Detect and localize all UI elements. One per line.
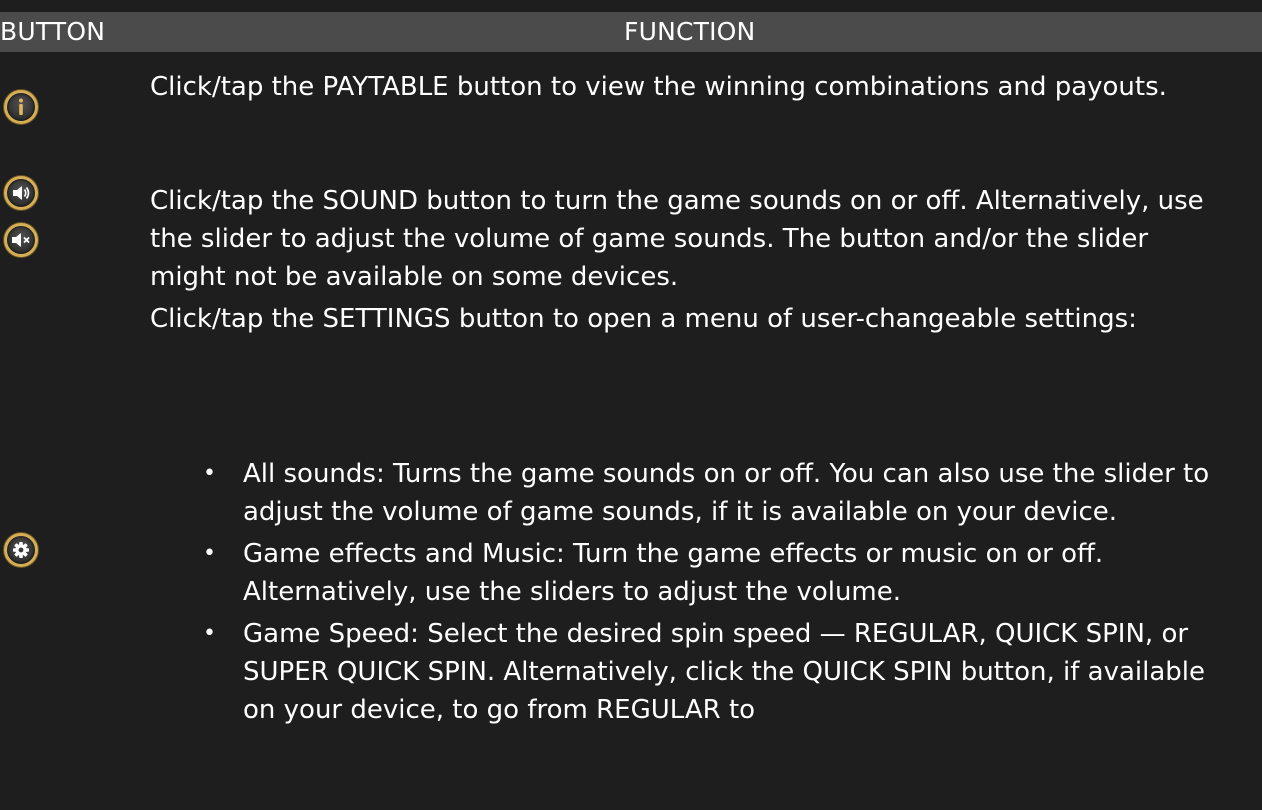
list-item-text: Game effects and Music: Turn the game ef… [243,539,1104,607]
list-item: • All sounds: Turns the game sounds on o… [203,455,1233,531]
gear-icon [4,533,38,567]
header-button-column: BUTTON [0,17,106,46]
speaker-icon [4,176,38,210]
speaker-mute-icon [4,223,38,257]
list-item: • Game effects and Music: Turn the game … [203,535,1233,611]
list-item-text: All sounds: Turns the game sounds on or … [243,459,1210,527]
table-header: BUTTON FUNCTION [0,12,1262,52]
bullet-glyph: • [203,541,216,566]
paytable-description: Click/tap the PAYTABLE button to view th… [150,72,1167,102]
bullet-glyph: • [203,621,216,646]
sound-description: Click/tap the SOUND button to turn the g… [150,186,1204,292]
list-item: • Game Speed: Select the desired spin sp… [203,615,1233,729]
settings-description: Click/tap the SETTINGS button to open a … [150,304,1137,334]
list-item-text: Game Speed: Select the desired spin spee… [243,619,1205,725]
bullet-glyph: • [203,461,216,486]
header-function-column: FUNCTION [624,17,756,46]
settings-list: • All sounds: Turns the game sounds on o… [203,455,1233,733]
help-page: BUTTON FUNCTION Click/tap the PAYTABLE b… [0,0,1262,810]
info-icon [4,90,38,124]
